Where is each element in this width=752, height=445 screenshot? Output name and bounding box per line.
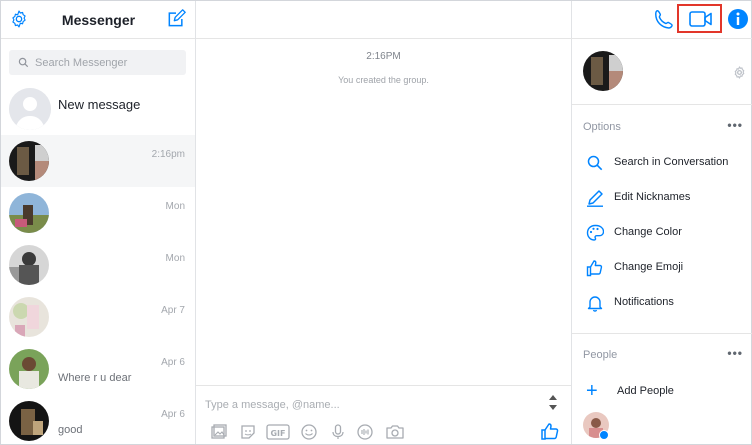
option-change-color[interactable]: Change Color (572, 217, 752, 249)
chat-header (196, 1, 571, 39)
search-icon (587, 155, 603, 171)
image-icon[interactable] (210, 423, 228, 441)
camera-icon[interactable] (385, 423, 405, 441)
conversation-snippet: good (58, 424, 83, 436)
group-avatar (9, 141, 49, 181)
conversation-list-panel: Messenger New message (1, 1, 196, 444)
option-search-in-conversation[interactable]: Search in Conversation (572, 147, 752, 179)
people-more-icon[interactable]: ••• (727, 346, 743, 360)
conversation-item[interactable]: Mon (1, 187, 195, 239)
divider (572, 333, 752, 334)
contact-avatar (9, 193, 49, 233)
search-icon (18, 57, 29, 68)
new-message-avatar (9, 88, 51, 130)
plus-icon: + (586, 380, 598, 402)
options-heading: Options (583, 121, 621, 133)
microphone-icon[interactable] (329, 423, 347, 441)
conversation-time: Mon (165, 201, 185, 212)
scroll-down-icon[interactable] (548, 404, 558, 412)
option-label: Search in Conversation (614, 156, 729, 168)
conversation-time: 2:16pm (151, 149, 185, 160)
conversation-item[interactable]: Apr 6 good (1, 395, 195, 445)
option-notifications[interactable]: Notifications (572, 287, 752, 319)
palette-icon (586, 224, 604, 241)
sticker-icon[interactable] (239, 423, 257, 441)
conversation-details-panel: Options ••• Search in Conversation Edit … (571, 1, 752, 444)
system-message: You created the group. (338, 75, 429, 85)
option-label: Change Color (614, 226, 682, 238)
message-timestamp: 2:16PM (366, 51, 401, 62)
conversation-item[interactable]: 2:16pm (1, 135, 195, 187)
option-change-emoji[interactable]: Change Emoji (572, 252, 752, 284)
message-input[interactable] (205, 399, 525, 417)
group-profile (572, 39, 752, 105)
people-heading: People (583, 349, 618, 361)
svg-text:GIF: GIF (270, 429, 285, 438)
option-label: Edit Nicknames (614, 191, 691, 203)
audio-icon[interactable] (356, 423, 374, 441)
left-header: Messenger (1, 1, 195, 39)
bell-icon (587, 296, 603, 312)
conversation-item[interactable]: Apr 7 (1, 291, 195, 343)
conversation-time: Apr 7 (161, 305, 185, 316)
group-settings-icon[interactable] (733, 66, 746, 79)
new-message-item[interactable]: New message (1, 85, 195, 135)
new-message-label: New message (58, 97, 141, 112)
conversation-snippet: Where r u dear (58, 372, 132, 384)
conversation-time: Apr 6 (161, 357, 185, 368)
add-people-button[interactable]: + Add People (572, 379, 752, 405)
search-box (9, 50, 186, 75)
group-avatar (583, 51, 623, 91)
messenger-window: Messenger New message (0, 0, 752, 445)
option-label: Change Emoji (614, 261, 684, 273)
contact-avatar (9, 349, 49, 389)
messenger-badge-icon (599, 430, 609, 440)
conversation-item[interactable]: Mon (1, 239, 195, 291)
options-more-icon[interactable]: ••• (727, 118, 743, 132)
emoji-icon[interactable] (300, 423, 318, 441)
gif-icon[interactable]: GIF (266, 423, 290, 441)
thumbs-up-icon (586, 260, 603, 277)
search-input[interactable] (35, 50, 183, 75)
conversation-time: Apr 6 (161, 409, 185, 420)
contact-avatar (9, 245, 49, 285)
conversation-time: Mon (165, 253, 185, 264)
details-header (571, 1, 752, 39)
contact-avatar (9, 297, 49, 337)
option-edit-nicknames[interactable]: Edit Nicknames (572, 182, 752, 214)
option-label: Notifications (614, 296, 674, 308)
thumbs-up-icon[interactable] (540, 421, 560, 441)
conversation-item[interactable]: Apr 6 Where r u dear (1, 343, 195, 395)
compose-icon[interactable] (166, 9, 186, 29)
pencil-icon (587, 190, 603, 207)
scroll-up-icon[interactable] (548, 393, 558, 401)
contact-avatar (9, 401, 49, 441)
add-people-label: Add People (617, 385, 674, 397)
chat-panel: 2:16PM You created the group. (196, 1, 571, 444)
